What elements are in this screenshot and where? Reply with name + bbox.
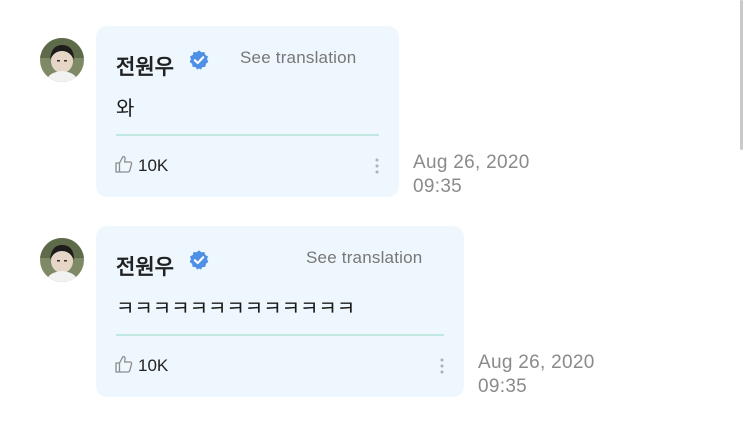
timestamp-time: 09:35 <box>478 376 528 397</box>
avatar[interactable] <box>40 38 84 82</box>
author-name[interactable]: 전원우 <box>116 251 174 281</box>
avatar[interactable] <box>40 238 84 282</box>
comment-text: ㅋㅋㅋㅋㅋㅋㅋㅋㅋㅋㅋㅋㅋ <box>116 296 356 320</box>
timestamp: Aug 26, 2020 09:35 <box>478 351 595 399</box>
like-count: 10K <box>138 156 169 175</box>
thumbs-up-icon[interactable] <box>114 154 134 174</box>
more-options-icon[interactable] <box>438 356 446 376</box>
divider <box>116 334 444 336</box>
comment-bubble: 전원우 See translation ㅋㅋㅋㅋㅋㅋㅋㅋㅋㅋㅋㅋㅋ 10K <box>96 226 464 397</box>
comment-text: 와 <box>116 96 135 120</box>
timestamp: Aug 26, 2020 09:35 <box>413 151 530 199</box>
thumbs-up-icon[interactable] <box>114 354 134 374</box>
see-translation-link[interactable]: See translation <box>306 248 422 268</box>
author-name[interactable]: 전원우 <box>116 51 174 81</box>
timestamp-time: 09:35 <box>413 176 463 197</box>
like-count: 10K <box>138 356 169 375</box>
comment-bubble: 전원우 See translation 와 10K <box>96 26 399 197</box>
timestamp-date: Aug 26, 2020 <box>478 352 595 373</box>
more-options-icon[interactable] <box>373 156 381 176</box>
divider <box>116 134 379 136</box>
verified-badge-icon <box>189 250 209 270</box>
see-translation-link[interactable]: See translation <box>240 48 356 68</box>
timestamp-date: Aug 26, 2020 <box>413 152 530 173</box>
verified-badge-icon <box>189 50 209 70</box>
scrollbar[interactable] <box>740 0 743 150</box>
